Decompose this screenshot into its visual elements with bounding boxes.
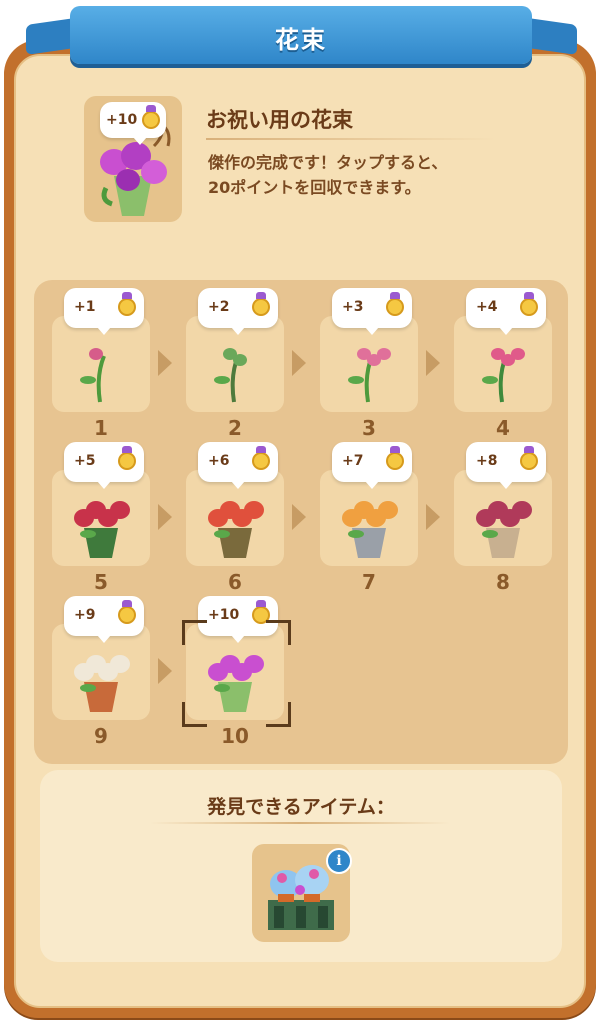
chain-level-number: 5 — [94, 570, 108, 594]
info-icon[interactable]: i — [326, 848, 352, 874]
selection-corner-icon — [266, 620, 291, 645]
chain-level-number: 4 — [496, 416, 510, 440]
crown-coin-icon — [142, 105, 160, 129]
chain-points-bubble: +6 — [198, 442, 278, 489]
crown-coin-icon — [118, 292, 136, 316]
chain-points-bubble: +8 — [466, 442, 546, 489]
selection-corner-icon — [266, 702, 291, 727]
hero-points-label: +10 — [106, 112, 138, 128]
chain-points-label: +5 — [74, 453, 96, 469]
chain-points-label: +10 — [208, 607, 240, 623]
chain-arrow-icon — [426, 350, 440, 376]
chain-level-number: 7 — [362, 570, 376, 594]
selection-corner-icon — [182, 702, 207, 727]
item-description-line-1: 傑作の完成です！タップすると、 — [208, 153, 448, 172]
item-description: 傑作の完成です！タップすると、 20ポイントを回収できます。 — [208, 150, 538, 200]
chain-points-bubble: +5 — [64, 442, 144, 489]
crown-coin-icon — [118, 446, 136, 470]
chain-arrow-icon — [292, 504, 306, 530]
chain-arrow-icon — [426, 504, 440, 530]
chain-points-label: +3 — [342, 299, 364, 315]
chain-arrow-icon — [158, 350, 172, 376]
chain-level-number: 6 — [228, 570, 242, 594]
chain-points-bubble: +7 — [332, 442, 412, 489]
selection-corner-icon — [182, 620, 207, 645]
crown-coin-icon — [252, 446, 270, 470]
chain-level-number: 8 — [496, 570, 510, 594]
chain-level-number: 1 — [94, 416, 108, 440]
chain-level-number: 2 — [228, 416, 242, 440]
chain-points-bubble: +2 — [198, 288, 278, 335]
chain-points-bubble: +3 — [332, 288, 412, 335]
chain-points-label: +6 — [208, 453, 230, 469]
discoverable-items-title: 発見できるアイテム： — [207, 796, 395, 818]
chain-arrow-icon — [158, 504, 172, 530]
chain-level-number: 3 — [362, 416, 376, 440]
crown-coin-icon — [386, 446, 404, 470]
crown-coin-icon — [118, 600, 136, 624]
hero-points-bubble: +10 — [100, 102, 166, 145]
chain-points-bubble: +1 — [64, 288, 144, 335]
chain-points-label: +2 — [208, 299, 230, 315]
chain-arrow-icon — [292, 350, 306, 376]
crown-coin-icon — [386, 292, 404, 316]
discoverable-items-panel: 発見できるアイテム： i — [40, 770, 562, 962]
chain-arrow-icon — [158, 658, 172, 684]
title-ribbon: 花束 — [70, 6, 532, 64]
item-title: お祝い用の花束 — [206, 108, 353, 132]
item-description-line-2: 20ポイントを回収できます。 — [208, 178, 421, 197]
chain-points-label: +9 — [74, 607, 96, 623]
chain-points-bubble: +4 — [466, 288, 546, 335]
chain-points-bubble: +9 — [64, 596, 144, 643]
item-image-slot: +10 — [84, 96, 182, 222]
chain-level-number: 9 — [94, 724, 108, 748]
chain-points-label: +8 — [476, 453, 498, 469]
crown-coin-icon — [520, 446, 538, 470]
popup-title: 花束 — [275, 26, 327, 54]
title-divider — [206, 138, 496, 140]
chain-points-label: +4 — [476, 299, 498, 315]
chain-level-number: 10 — [221, 724, 249, 748]
discoverable-divider — [150, 822, 450, 824]
crown-coin-icon — [252, 292, 270, 316]
chain-points-label: +1 — [74, 299, 96, 315]
crown-coin-icon — [520, 292, 538, 316]
chain-points-label: +7 — [342, 453, 364, 469]
